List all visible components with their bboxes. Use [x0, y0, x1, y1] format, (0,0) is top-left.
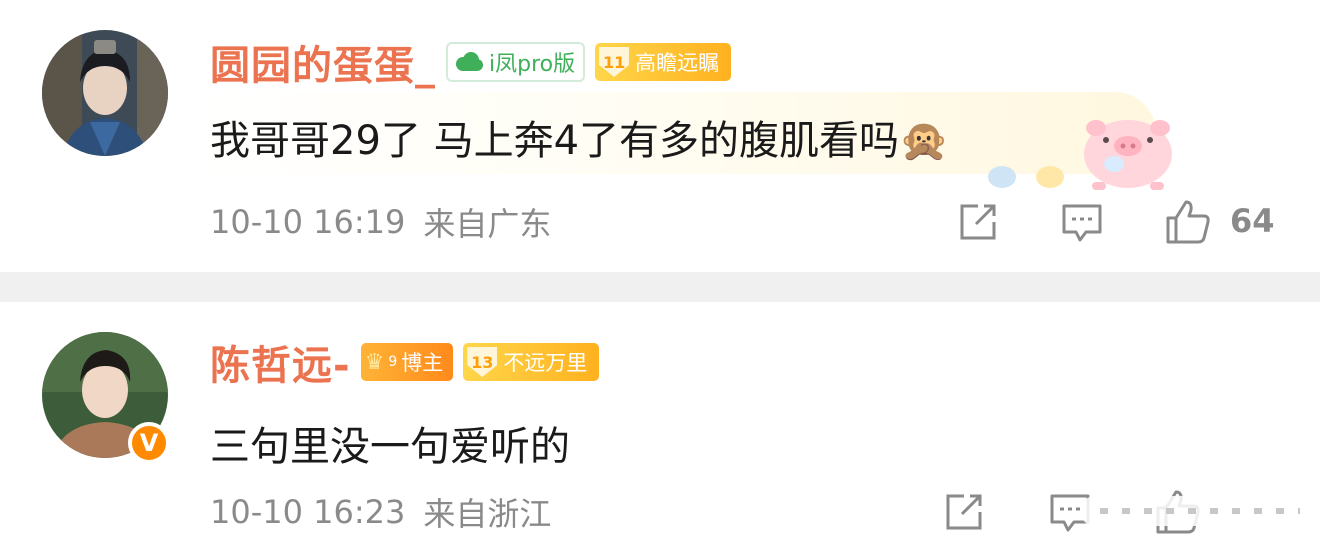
blogger-label: 博主: [401, 351, 444, 375]
comment-meta: 10-10 16:19 来自广东: [210, 202, 552, 243]
thumbs-up-icon[interactable]: [1164, 198, 1212, 246]
decor-bun-icon: [1036, 166, 1064, 188]
level-badge[interactable]: 11 高瞻远瞩: [595, 43, 732, 81]
crown-level: 9: [388, 354, 398, 370]
location: 来自广东: [423, 205, 552, 243]
see-no-evil-monkey-emoji: 🙊: [899, 118, 949, 164]
comment-item: 圆园的蛋蛋_ i凤pro版 11 高瞻远瞩 我哥哥29了 马上奔4了有多的腹肌看…: [0, 0, 1320, 272]
comment-list: 圆园的蛋蛋_ i凤pro版 11 高瞻远瞩 我哥哥29了 马上奔4了有多的腹肌看…: [0, 0, 1320, 556]
timestamp: 10-10 16:23: [210, 493, 406, 531]
watermark-overlay: [1080, 496, 1320, 526]
comment-item: V 陈哲远- ♛ 9 博主 13 不远万里 三句里没一句爱听的 10-10 16…: [0, 302, 1320, 556]
location: 来自浙江: [423, 495, 552, 533]
comment-content: 我哥哥29了 马上奔4了有多的腹肌看吗: [210, 118, 900, 164]
share-icon[interactable]: [942, 490, 986, 534]
crown-icon: ♛: [364, 349, 385, 375]
level-shield-icon: 11: [599, 47, 630, 77]
username[interactable]: 陈哲远-: [210, 333, 351, 391]
comment-icon[interactable]: [1060, 200, 1104, 244]
pig-sticker: [1084, 120, 1172, 190]
device-badge[interactable]: i凤pro版: [446, 42, 586, 82]
username[interactable]: 圆园的蛋蛋_: [210, 33, 436, 91]
level-title: 不远万里: [503, 351, 588, 375]
share-icon[interactable]: [956, 200, 1000, 244]
verified-icon: V: [128, 422, 170, 464]
like-count: 64: [1230, 202, 1275, 240]
timestamp: 10-10 16:19: [210, 203, 406, 241]
level-title: 高瞻远瞩: [635, 51, 720, 75]
comment-text-row: 我哥哥29了 马上奔4了有多的腹肌看吗🙊: [210, 108, 949, 166]
blogger-badge[interactable]: ♛ 9 博主: [360, 343, 454, 381]
decor-bun-icon: [988, 166, 1016, 188]
level-badge[interactable]: 13 不远万里: [463, 343, 600, 381]
cloud-icon: [456, 52, 483, 71]
comment-meta: 10-10 16:23 来自浙江: [210, 492, 552, 533]
name-row: 圆园的蛋蛋_ i凤pro版 11 高瞻远瞩: [210, 33, 732, 91]
name-row: 陈哲远- ♛ 9 博主 13 不远万里: [210, 333, 600, 391]
separator: [0, 272, 1320, 302]
comment-content: 三句里没一句爱听的: [210, 424, 570, 470]
device-badge-label: i凤pro版: [489, 52, 576, 77]
level-shield-icon: 13: [467, 347, 498, 377]
avatar[interactable]: [42, 30, 168, 156]
